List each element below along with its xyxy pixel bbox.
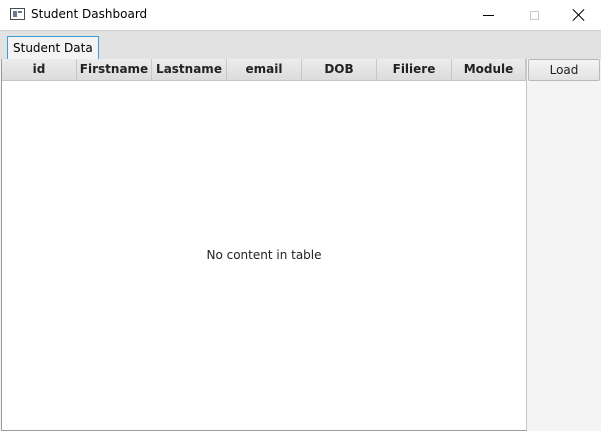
column-header-filiere[interactable]: Filiere xyxy=(377,59,452,80)
tab-student-data[interactable]: Student Data xyxy=(7,36,99,59)
tab-strip: Student Data xyxy=(0,30,601,59)
student-table[interactable]: id Firstname Lastname email DOB Filiere … xyxy=(1,59,527,431)
app-window: Student Dashboard Student Data id Firstn… xyxy=(0,0,601,431)
column-header-lastname[interactable]: Lastname xyxy=(152,59,227,80)
table-header: id Firstname Lastname email DOB Filiere … xyxy=(2,59,526,81)
close-button[interactable] xyxy=(556,0,601,30)
minimize-icon xyxy=(482,14,494,16)
window-app-icon xyxy=(10,8,25,20)
maximize-button[interactable] xyxy=(511,0,557,30)
side-panel: Load xyxy=(527,59,601,431)
load-button[interactable]: Load xyxy=(528,59,600,81)
empty-placeholder-text: No content in table xyxy=(206,248,322,262)
column-header-module[interactable]: Module xyxy=(452,59,526,80)
column-header-firstname[interactable]: Firstname xyxy=(77,59,152,80)
tab-content: id Firstname Lastname email DOB Filiere … xyxy=(0,59,601,431)
column-header-dob[interactable]: DOB xyxy=(302,59,377,80)
maximize-icon xyxy=(529,10,539,20)
window-title: Student Dashboard xyxy=(31,7,148,21)
close-icon xyxy=(573,9,585,21)
column-header-email[interactable]: email xyxy=(227,59,302,80)
table-empty-placeholder: No content in table xyxy=(2,81,526,429)
minimize-button[interactable] xyxy=(465,0,511,30)
title-bar[interactable]: Student Dashboard xyxy=(0,0,601,30)
column-header-id[interactable]: id xyxy=(2,59,77,80)
